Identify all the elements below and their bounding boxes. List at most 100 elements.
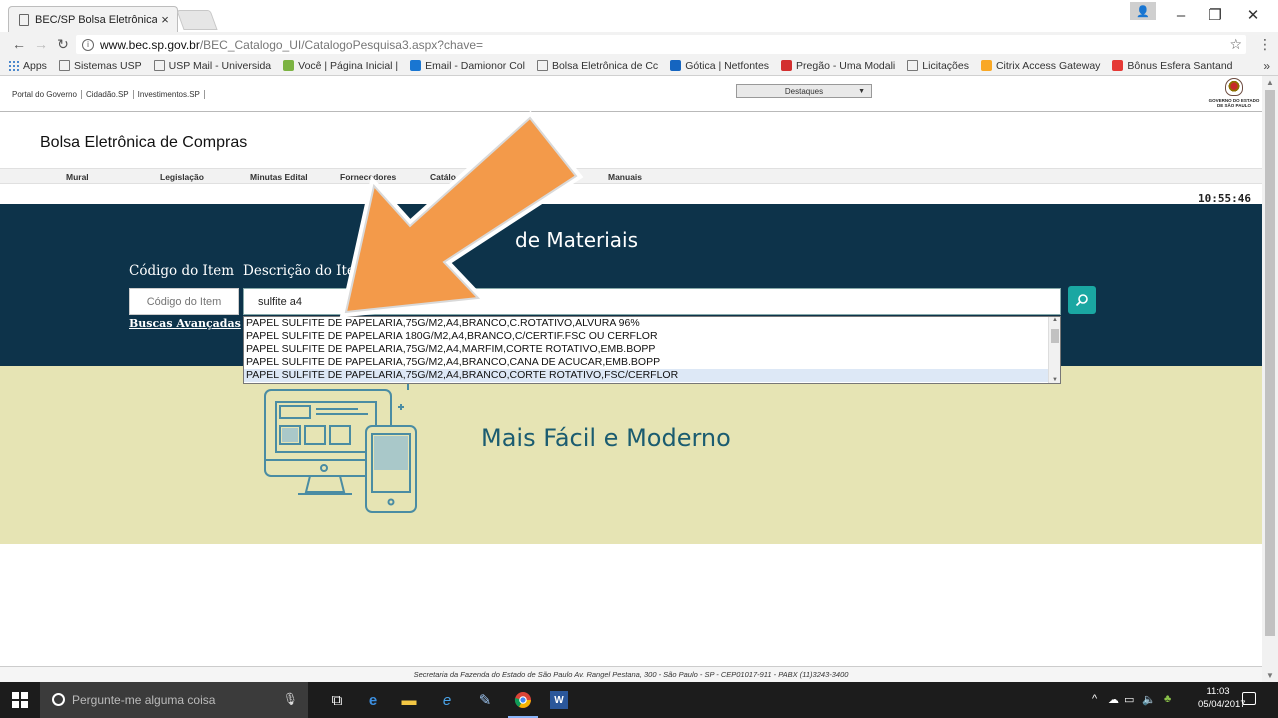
- suggestion-item[interactable]: PAPEL SULFITE DE PAPELARIA,75G/M2,A4,BRA…: [244, 356, 1060, 369]
- bookmark-item[interactable]: Licitações: [907, 60, 969, 72]
- dropdown-scroll-thumb[interactable]: [1051, 329, 1059, 343]
- close-window-icon[interactable]: ✕: [1238, 4, 1268, 26]
- browser-chrome: BEC/SP Bolsa Eletrônica × 👤 – ❐ ✕ ← → ↻ …: [0, 0, 1278, 76]
- bookmark-item[interactable]: USP Mail - Universida: [153, 59, 272, 72]
- bookmark-star-icon[interactable]: ☆: [1229, 36, 1242, 53]
- suggestion-item[interactable]: PAPEL SULFITE DE PAPELARIA,75G/M2,A4,MAR…: [244, 343, 1060, 356]
- bookmark-label: Você | Página Inicial |: [298, 59, 399, 72]
- scroll-up-icon[interactable]: ▲: [1262, 78, 1278, 87]
- back-icon[interactable]: ←: [8, 36, 30, 52]
- banner-title: Mais Fácil e Moderno: [481, 424, 731, 452]
- destaques-select[interactable]: Destaques ▼: [736, 84, 872, 98]
- mail-icon: [410, 60, 422, 71]
- reload-icon[interactable]: ↻: [52, 36, 74, 53]
- volume-icon[interactable]: 🔈: [1142, 693, 1156, 706]
- coat-of-arms-icon: [1225, 78, 1243, 96]
- menu-item-fornecedores[interactable]: Fornecedores: [340, 172, 396, 182]
- brand-icon: [283, 60, 295, 71]
- menu-item-legislacao[interactable]: Legislação: [160, 172, 204, 182]
- browser-menu-icon[interactable]: ⋮: [1258, 36, 1272, 53]
- network-icon[interactable]: ▭: [1124, 693, 1134, 706]
- promo-banner: Mais Fácil e Moderno: [0, 366, 1262, 544]
- codigo-input[interactable]: [129, 288, 239, 315]
- bookmark-item[interactable]: Email - Damionor Col: [410, 60, 525, 72]
- menu-item-catalogo[interactable]: Catálo: [430, 172, 456, 182]
- internet-explorer-icon[interactable]: e: [436, 689, 458, 711]
- bookmark-label: Gótica | Netfontes: [685, 59, 770, 72]
- windows-taskbar: Pergunte-me alguma coisa 🎙 ⧉ e ▬ e ✎ W ^…: [0, 682, 1278, 718]
- bookmark-item[interactable]: Apps: [8, 60, 47, 72]
- microphone-icon[interactable]: 🎙: [283, 692, 298, 706]
- user-profile-icon[interactable]: 👤: [1130, 2, 1156, 20]
- bookmark-label: Bônus Esfera Santand: [1127, 59, 1233, 72]
- link-cidadao-sp[interactable]: Cidadão.SP: [82, 89, 134, 99]
- antivirus-icon[interactable]: ♣: [1164, 693, 1171, 705]
- new-tab-button[interactable]: [176, 10, 218, 30]
- bookmark-item[interactable]: Sistemas USP: [58, 60, 142, 72]
- system-time: 11:03: [1206, 686, 1230, 697]
- word-icon[interactable]: W: [550, 691, 568, 709]
- system-date: 05/04/2017: [1198, 699, 1246, 710]
- link-investimentos-sp[interactable]: Investimentos.SP: [134, 89, 205, 99]
- bookmark-label: USP Mail - Universida: [168, 59, 272, 72]
- government-links: Portal do Governo Cidadão.SP Investiment…: [8, 85, 205, 103]
- devices-illustration-icon: [264, 376, 417, 513]
- address-bar[interactable]: i www.bec.sp.gov.br /BEC_Catalogo_UI/Cat…: [76, 35, 1246, 54]
- tab-strip: BEC/SP Bolsa Eletrônica × 👤 – ❐ ✕: [0, 0, 1278, 32]
- link-portal-governo[interactable]: Portal do Governo: [8, 89, 82, 99]
- menu-item-minutas-edital[interactable]: Minutas Edital: [250, 172, 308, 182]
- scroll-thumb[interactable]: [1265, 90, 1275, 636]
- info-icon[interactable]: i: [82, 38, 94, 51]
- search-icon: [1075, 294, 1088, 307]
- restore-icon[interactable]: ❐: [1200, 4, 1230, 26]
- government-bar: Portal do Governo Cidadão.SP Investiment…: [0, 76, 1262, 112]
- bookmark-item[interactable]: Pregão - Uma Modali: [781, 60, 895, 72]
- edge-icon[interactable]: e: [362, 689, 384, 711]
- descricao-input[interactable]: [243, 288, 1061, 315]
- cortana-search[interactable]: Pergunte-me alguma coisa 🎙: [40, 682, 308, 718]
- cortana-icon: [52, 693, 65, 706]
- page-scrollbar[interactable]: ▲ ▼: [1262, 76, 1278, 682]
- close-tab-icon[interactable]: ×: [157, 12, 173, 27]
- bookmark-label: Apps: [23, 59, 47, 72]
- system-clock[interactable]: 11:03 05/04/2017: [1198, 685, 1246, 711]
- suggestion-item[interactable]: PAPEL SULFITE DE PAPELARIA,75G/M2,A4,BRA…: [244, 317, 1060, 330]
- file-explorer-icon[interactable]: ▬: [398, 689, 420, 711]
- bookmark-label: Citrix Access Gateway: [995, 59, 1101, 72]
- suggestion-item-highlighted[interactable]: PAPEL SULFITE DE PAPELARIA,75G/M2,A4,BRA…: [244, 369, 1060, 382]
- advanced-search-link[interactable]: Buscas Avançadas: [129, 317, 241, 330]
- menu-item-mural[interactable]: Mural: [66, 172, 89, 182]
- bookmark-item[interactable]: Gótica | Netfontes: [670, 60, 769, 72]
- government-logo[interactable]: GOVERNO DO ESTADO DE SÃO PAULO: [1208, 78, 1260, 112]
- bookmark-item[interactable]: Bolsa Eletrônica de Cc: [536, 60, 658, 72]
- autocomplete-dropdown: PAPEL SULFITE DE PAPELARIA,75G/M2,A4,BRA…: [243, 316, 1061, 384]
- page-icon: [907, 60, 919, 71]
- bookmarks-overflow-icon[interactable]: »: [1263, 56, 1270, 75]
- forward-icon[interactable]: →: [30, 36, 52, 52]
- show-hidden-icons-icon[interactable]: ^: [1092, 693, 1097, 705]
- onedrive-icon[interactable]: ☁: [1108, 693, 1119, 706]
- minimize-icon[interactable]: –: [1166, 4, 1196, 26]
- task-view-icon[interactable]: ⧉: [326, 689, 348, 711]
- codigo-label: Código do Item: [129, 263, 235, 279]
- dropdown-scrollbar[interactable]: ▲ ▼: [1048, 317, 1060, 383]
- bookmark-item[interactable]: Você | Página Inicial |: [283, 60, 398, 72]
- suggestion-item[interactable]: PAPEL SULFITE DE PAPELARIA 180G/M2,A4,BR…: [244, 330, 1060, 343]
- scroll-up-icon[interactable]: ▲: [1049, 317, 1061, 323]
- paint-icon[interactable]: ✎: [474, 689, 496, 711]
- bookmark-item[interactable]: Citrix Access Gateway: [980, 59, 1101, 72]
- chrome-icon[interactable]: [512, 689, 534, 711]
- bookmark-item[interactable]: Bônus Esfera Santand: [1112, 59, 1233, 72]
- windows-start-icon[interactable]: [12, 692, 28, 708]
- page-icon: [19, 13, 29, 26]
- action-center-icon[interactable]: [1242, 692, 1256, 705]
- bookmark-label: Licitações: [922, 59, 969, 72]
- scroll-down-icon[interactable]: ▼: [1262, 671, 1278, 680]
- footer-address: Secretaria da Fazenda do Estado de São P…: [0, 666, 1262, 682]
- scroll-down-icon[interactable]: ▼: [1049, 377, 1061, 383]
- menu-item-manuais[interactable]: Manuais: [608, 172, 642, 182]
- browser-tab[interactable]: BEC/SP Bolsa Eletrônica ×: [8, 6, 178, 32]
- search-button[interactable]: [1068, 286, 1096, 314]
- font-icon: [670, 60, 682, 71]
- url-host: www.bec.sp.gov.br: [100, 37, 200, 52]
